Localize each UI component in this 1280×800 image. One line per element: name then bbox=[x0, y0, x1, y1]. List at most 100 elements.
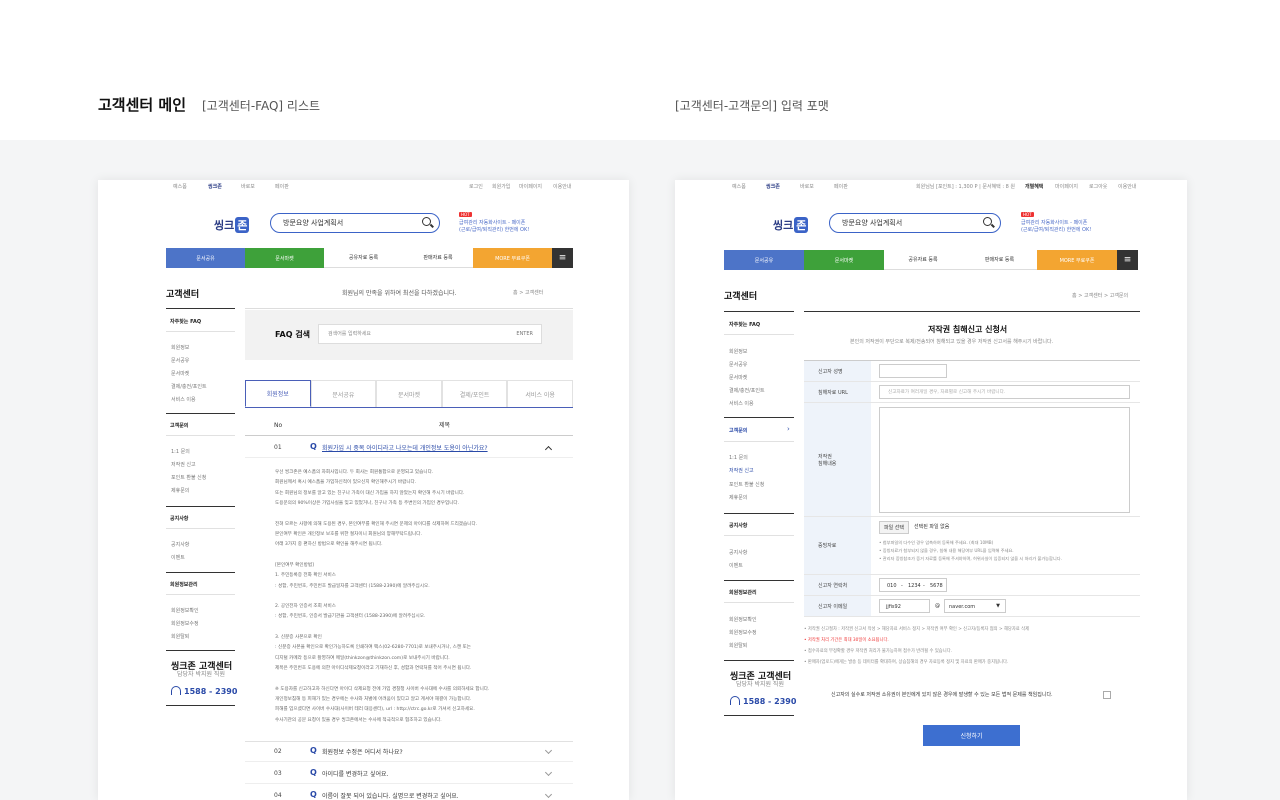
faq-row-title[interactable]: 회원정보 수정은 어디서 하나요? bbox=[322, 747, 403, 756]
faq-search-input[interactable]: 검색어를 입력하세요 ENTER bbox=[318, 324, 542, 344]
search-icon[interactable] bbox=[422, 217, 431, 226]
faq-row[interactable]: 03 Q 아이디를 변경하고 싶어요. bbox=[245, 764, 573, 784]
sidebar-item-notice[interactable]: 공지사항 bbox=[171, 541, 189, 548]
chevron-down-icon[interactable] bbox=[544, 790, 553, 799]
sidebar-item-notice[interactable]: 공지사항 bbox=[729, 549, 747, 556]
menu-icon[interactable]: ≡ bbox=[1117, 250, 1138, 270]
breadcrumb[interactable]: 홈 > 고객센터 > 고객문의 bbox=[1072, 293, 1128, 299]
sidebar-item-event[interactable]: 이벤트 bbox=[171, 554, 185, 561]
util-guide[interactable]: 이용안내 bbox=[553, 184, 571, 190]
sidebar-item-service[interactable]: 서비스 이용 bbox=[729, 400, 754, 407]
brand-yesform[interactable]: 예스폼 bbox=[173, 184, 187, 190]
email-domain-select[interactable]: naver.com ▼ bbox=[944, 599, 1006, 613]
nav-share-register[interactable]: 공유자료 등록 bbox=[884, 250, 962, 270]
promo-line2[interactable]: (근로/급여/퇴직관리) 한번에 OK! bbox=[459, 227, 529, 233]
util-mypage[interactable]: 마이페이지 bbox=[519, 184, 542, 190]
sidebar-section-member[interactable]: 회원정보관리 bbox=[170, 581, 198, 588]
sidebar-item-withdraw[interactable]: 회원탈퇴 bbox=[171, 633, 189, 640]
sidebar-item-partner[interactable]: 제휴문의 bbox=[729, 494, 747, 501]
sidebar-item-copyright[interactable]: 저작권 신고 bbox=[171, 461, 196, 468]
promo-line1[interactable]: 급여관리 자동화사이트 - 페이폰 bbox=[459, 220, 525, 226]
email-id-input[interactable]: jjfis92 bbox=[879, 599, 930, 613]
submit-button[interactable]: 신청하기 bbox=[923, 725, 1020, 746]
sidebar-item-member[interactable]: 회원정보 bbox=[171, 344, 189, 351]
sidebar-item-partner[interactable]: 제휴문의 bbox=[171, 487, 189, 494]
tab-member[interactable]: 회원정보 bbox=[245, 380, 311, 407]
sidebar-section-notice[interactable]: 공지사항 bbox=[729, 522, 747, 529]
search-icon[interactable] bbox=[983, 217, 992, 226]
sidebar-section-member[interactable]: 회원정보관리 bbox=[729, 589, 757, 596]
agree-checkbox[interactable] bbox=[1103, 691, 1111, 699]
file-select-button[interactable]: 파일 선택 bbox=[879, 521, 909, 534]
brand-yesform[interactable]: 예스폼 bbox=[732, 184, 746, 190]
sidebar-item-withdraw[interactable]: 회원탈퇴 bbox=[729, 642, 747, 649]
sidebar-item-1on1[interactable]: 1:1 문의 bbox=[171, 448, 190, 455]
chevron-down-icon[interactable] bbox=[544, 768, 553, 777]
tab-payment[interactable]: 결제/포인트 bbox=[441, 380, 508, 407]
site-logo[interactable]: 씽크 존 bbox=[773, 217, 809, 233]
nav-share-register[interactable]: 공유자료 등록 bbox=[324, 248, 403, 268]
sidebar-item-refund[interactable]: 포인트 환불 신청 bbox=[171, 474, 206, 481]
brand-2[interactable]: 바로보 bbox=[241, 184, 255, 190]
faq-row-title[interactable]: 아이디를 변경하고 싶어요. bbox=[322, 769, 388, 778]
util-guide[interactable]: 이용안내 bbox=[1118, 184, 1136, 190]
faq-row-title[interactable]: 회원가입 시 중복 아이디라고 나오는데 개인정보 도용이 아닌가요? bbox=[322, 443, 488, 452]
sidebar-item-doc-share[interactable]: 문서공유 bbox=[171, 357, 189, 364]
site-search-box[interactable]: 방문요양 사업계획서 bbox=[270, 213, 440, 233]
phone-input[interactable]: 010 - 1234 - 5678 bbox=[879, 578, 947, 592]
promo-line2[interactable]: (근로/급여/퇴직관리) 한번에 OK! bbox=[1021, 227, 1091, 233]
sidebar-section-faq[interactable]: 자주찾는 FAQ bbox=[170, 318, 201, 325]
url-input[interactable]: 신고자료가 여러개일 경우, 자료별로 신고해 주시기 바랍니다. bbox=[879, 385, 1130, 399]
sidebar-item-member-check[interactable]: 회원정보확인 bbox=[171, 607, 199, 614]
nav-sell-register[interactable]: 판매자료 등록 bbox=[962, 250, 1037, 270]
sidebar-section-notice[interactable]: 공지사항 bbox=[170, 515, 188, 522]
sidebar-item-doc-market[interactable]: 문서마켓 bbox=[729, 374, 747, 381]
menu-icon[interactable]: ≡ bbox=[552, 248, 573, 268]
chevron-down-icon[interactable] bbox=[544, 746, 553, 755]
brand-thinkzon[interactable]: 씽크존 bbox=[766, 184, 780, 190]
sidebar-item-member-edit[interactable]: 회원정보수정 bbox=[171, 620, 199, 627]
sidebar-item-member-edit[interactable]: 회원정보수정 bbox=[729, 629, 757, 636]
nav-more-coupon[interactable]: MORE 무료쿠폰 bbox=[473, 248, 552, 268]
sidebar-item-payment[interactable]: 결제/충전/포인트 bbox=[729, 387, 765, 394]
util-logout[interactable]: 로그아웃 bbox=[1089, 184, 1107, 190]
nav-doc-market[interactable]: 문서마켓 bbox=[245, 248, 324, 268]
site-search-box[interactable]: 방문요양 사업계획서 bbox=[829, 213, 1001, 233]
util-login[interactable]: 로그인 bbox=[469, 184, 483, 190]
sidebar-item-doc-market[interactable]: 문서마켓 bbox=[171, 370, 189, 377]
name-input[interactable] bbox=[879, 364, 947, 378]
site-logo[interactable]: 씽크 존 bbox=[214, 217, 250, 233]
sidebar-item-member-check[interactable]: 회원정보확인 bbox=[729, 616, 757, 623]
sidebar-item-payment[interactable]: 결제/충전/포인트 bbox=[171, 383, 207, 390]
sidebar-section-inquiry[interactable]: 고객문의 bbox=[729, 427, 747, 434]
brand-2[interactable]: 바로보 bbox=[800, 184, 814, 190]
tab-doc-share[interactable]: 문서공유 bbox=[310, 380, 377, 407]
nav-doc-share[interactable]: 문서공유 bbox=[724, 250, 804, 270]
brand-payfan[interactable]: 페이판 bbox=[275, 184, 289, 190]
faq-row[interactable]: 01 Q 회원가입 시 중복 아이디라고 나오는데 개인정보 도용이 아닌가요? bbox=[245, 438, 573, 458]
util-benefit[interactable]: 개별혜택 bbox=[1025, 184, 1043, 190]
content-textarea[interactable] bbox=[879, 407, 1130, 513]
nav-doc-market[interactable]: 문서마켓 bbox=[804, 250, 884, 270]
chevron-up-icon[interactable] bbox=[544, 445, 553, 454]
tab-doc-market[interactable]: 문서마켓 bbox=[376, 380, 442, 407]
promo-line1[interactable]: 급여관리 자동화사이트 - 페이폰 bbox=[1021, 220, 1087, 226]
sidebar-item-doc-share[interactable]: 문서공유 bbox=[729, 361, 747, 368]
nav-more-coupon[interactable]: MORE 무료쿠폰 bbox=[1037, 250, 1117, 270]
sidebar-item-1on1[interactable]: 1:1 문의 bbox=[729, 454, 748, 461]
faq-row-title[interactable]: 이름이 잘못 되어 있습니다. 실명으로 변경하고 싶어요. bbox=[322, 791, 459, 800]
sidebar-section-inquiry[interactable]: 고객문의 bbox=[170, 422, 188, 429]
breadcrumb[interactable]: 홈 > 고객센터 bbox=[513, 290, 543, 296]
sidebar-item-event[interactable]: 이벤트 bbox=[729, 562, 743, 569]
brand-payfan[interactable]: 페이판 bbox=[834, 184, 848, 190]
brand-thinkzon[interactable]: 씽크존 bbox=[208, 184, 222, 190]
nav-sell-register[interactable]: 판매자료 등록 bbox=[403, 248, 473, 268]
faq-search-enter[interactable]: ENTER bbox=[516, 331, 533, 337]
nav-doc-share[interactable]: 문서공유 bbox=[166, 248, 245, 268]
sidebar-section-faq[interactable]: 자주찾는 FAQ bbox=[729, 321, 760, 328]
faq-row[interactable]: 04 Q 이름이 잘못 되어 있습니다. 실명으로 변경하고 싶어요. bbox=[245, 786, 573, 800]
util-join[interactable]: 회원가입 bbox=[492, 184, 510, 190]
tab-service[interactable]: 서비스 이용 bbox=[507, 380, 573, 407]
faq-row[interactable]: 02 Q 회원정보 수정은 어디서 하나요? bbox=[245, 742, 573, 762]
sidebar-item-member[interactable]: 회원정보 bbox=[729, 348, 747, 355]
